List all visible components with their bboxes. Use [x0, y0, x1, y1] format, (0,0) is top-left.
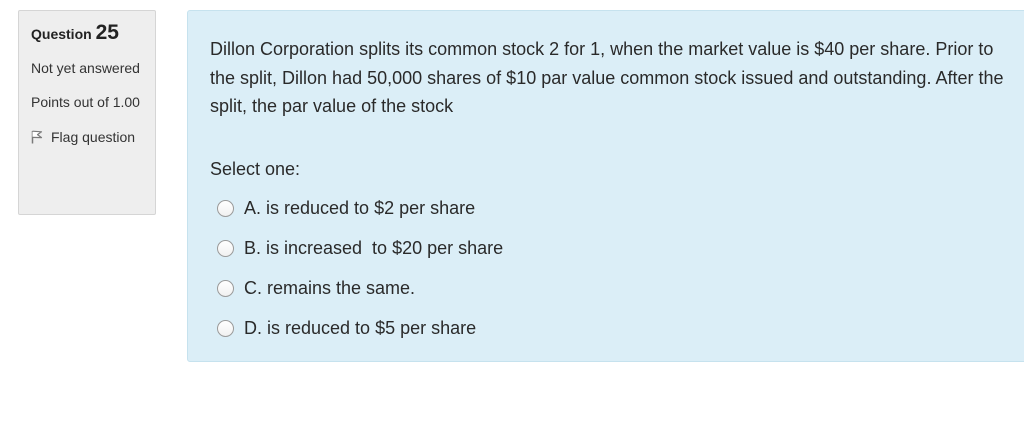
radio-button-c[interactable] — [217, 280, 234, 297]
flag-question-link[interactable]: Flag question — [31, 127, 143, 148]
question-grade: Points out of 1.00 — [31, 94, 140, 110]
radio-button-a[interactable] — [217, 200, 234, 217]
answer-option-label: C. remains the same. — [244, 278, 416, 298]
question-label: Question — [31, 26, 92, 42]
question-text: Dillon Corporation splits its common sto… — [210, 39, 1004, 116]
question-state: Not yet answered — [31, 60, 140, 76]
radio-button-b[interactable] — [217, 240, 234, 257]
radio-button-d[interactable] — [217, 320, 234, 337]
flag-icon — [31, 129, 43, 144]
answer-option-c[interactable]: C. remains the same. — [210, 269, 1024, 309]
answer-option-b[interactable]: B. is increased to $20 per share — [210, 229, 1024, 269]
answer-option-label: A. is reduced to $2 per share — [244, 198, 476, 218]
answer-options: A. is reduced to $2 per share B. is incr… — [210, 189, 1024, 349]
answer-option-label: B. is increased to $20 per share — [244, 238, 504, 258]
answer-option-d[interactable]: D. is reduced to $5 per share — [210, 309, 1024, 349]
flag-question-label: Flag question — [51, 129, 136, 145]
question-number-heading: Question 25 — [31, 21, 143, 46]
answer-option-a[interactable]: A. is reduced to $2 per share — [210, 189, 1024, 229]
question-number: 25 — [95, 21, 119, 44]
question-content-panel: Dillon Corporation splits its common sto… — [187, 10, 1024, 362]
question-info-panel: Question 25 Not yet answered Points out … — [18, 10, 156, 215]
select-one-prompt: Select one: — [210, 158, 301, 179]
answer-option-label: D. is reduced to $5 per share — [244, 318, 477, 338]
